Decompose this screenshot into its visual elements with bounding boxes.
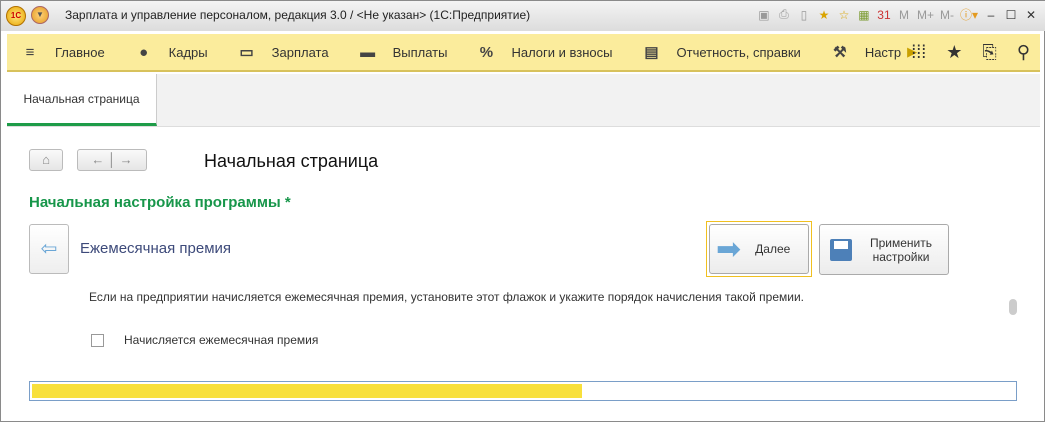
wrench-icon: ⚒ <box>833 44 847 61</box>
right-arrow-icon: ➡ <box>716 232 742 266</box>
progress-bar <box>29 381 1017 401</box>
section-label: Налоги и взносы <box>511 44 613 60</box>
forward-arrow-icon[interactable]: → <box>120 152 133 167</box>
section-label: Главное <box>55 44 105 60</box>
menu-icon: ≡ <box>25 43 35 61</box>
all-functions-icon[interactable]: ⁞⁞⁞ <box>911 42 926 63</box>
back-button[interactable]: ⇦ <box>29 224 69 274</box>
floppy-icon <box>830 238 852 261</box>
memory-plus-button[interactable]: M+ <box>917 8 934 22</box>
scrollbar[interactable] <box>1009 299 1017 315</box>
next-button[interactable]: ➡ Далее <box>706 221 812 277</box>
people-icon: ● <box>139 43 149 61</box>
sections-panel: ≡ Главное ● Кадры ▭ Зарплата ▬ Выплаты % Нало… <box>7 34 1040 72</box>
info-icon[interactable]: ⓘ▾ <box>960 6 978 23</box>
step-title: Ежемесячная премия <box>80 240 232 257</box>
favorites-star-icon[interactable]: ★ <box>946 42 962 63</box>
home-icon: ⌂ <box>42 152 50 167</box>
calculator-icon[interactable]: ▦ <box>857 8 871 22</box>
main-menu-button[interactable]: ▼ <box>31 6 49 24</box>
tab-home-page[interactable]: Начальная страница <box>7 74 157 126</box>
close-button[interactable]: ✕ <box>1024 8 1038 22</box>
window-title: Зарплата и управление персоналом, редакц… <box>65 8 531 22</box>
section-taxes[interactable]: % Налоги и взносы <box>475 43 613 61</box>
step-description: Если на предприятии начисляется ежемесяч… <box>89 290 804 304</box>
section-reports[interactable]: ▤ Отчетность, справки <box>641 43 801 61</box>
open-tabs: Начальная страница <box>7 74 1040 127</box>
favorites-icon[interactable]: ☆ <box>837 8 851 22</box>
history-icon[interactable]: ⎘ <box>982 42 996 63</box>
nav-buttons: ← │ → <box>77 149 147 171</box>
documents-icon: ▤ <box>644 44 659 61</box>
app-logo: 1С <box>6 6 26 26</box>
section-label: Настр <box>864 44 902 60</box>
apply-label: Применить настройки <box>869 235 932 264</box>
section-label: Выплаты <box>392 44 448 60</box>
page-title: Начальная страница <box>204 151 379 171</box>
search-icon[interactable]: ⚲ <box>1017 42 1030 63</box>
back-arrow-icon[interactable]: ← <box>91 152 104 167</box>
print-icon[interactable]: ⎙ <box>777 7 791 22</box>
apply-settings-button[interactable]: Применить настройки <box>819 224 949 275</box>
section-settings[interactable]: ⚒ Настр ▶ <box>829 43 917 61</box>
percent-icon: % <box>479 43 494 61</box>
memory-minus-button[interactable]: M- <box>940 8 954 22</box>
section-main[interactable]: ≡ Главное <box>19 44 105 61</box>
left-arrow-icon: ⇦ <box>40 238 58 260</box>
memory-button[interactable]: M <box>897 8 911 22</box>
card-icon: ▭ <box>239 44 254 61</box>
save-icon[interactable]: ▣ <box>757 8 771 22</box>
section-hr[interactable]: ● Кадры <box>133 44 208 61</box>
add-favorite-icon[interactable]: ★ <box>817 8 831 22</box>
section-label: Отчетность, справки <box>676 44 801 60</box>
preview-icon[interactable]: ▯ <box>797 8 811 22</box>
section-payments[interactable]: ▬ Выплаты <box>357 43 448 61</box>
section-label: Зарплата <box>271 44 329 60</box>
form-title: Начальная настройка программы * <box>29 194 291 211</box>
section-label: Кадры <box>168 44 208 60</box>
monthly-bonus-checkbox[interactable] <box>91 334 104 347</box>
title-bar: 1С ▼ Зарплата и управление персоналом, р… <box>1 1 1045 31</box>
calendar-icon[interactable]: 31 <box>877 8 891 22</box>
minimize-button[interactable]: – <box>984 8 998 22</box>
monthly-bonus-checkbox-label[interactable]: Начисляется ежемесячная премия <box>124 333 318 347</box>
section-salary[interactable]: ▭ Зарплата <box>236 43 329 61</box>
next-label: Далее <box>755 242 791 256</box>
home-button[interactable]: ⌂ <box>29 149 63 171</box>
progress-fill <box>32 384 582 398</box>
maximize-button[interactable]: ☐ <box>1004 8 1018 22</box>
wallet-icon: ▬ <box>360 43 376 61</box>
